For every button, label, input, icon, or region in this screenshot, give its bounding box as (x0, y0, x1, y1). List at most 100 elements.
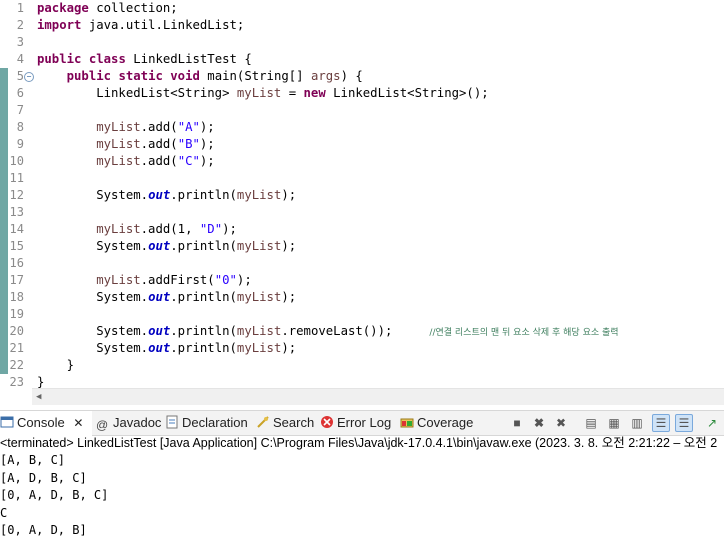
tab-label: Coverage (417, 415, 474, 430)
line-number: 15 (9, 239, 24, 253)
code-text: myList.add("A"); (96, 120, 215, 134)
code-line[interactable]: 2 import java.util.LinkedList; (0, 17, 724, 34)
scroll-left-icon[interactable]: ◀ (36, 392, 41, 402)
code-line[interactable]: 16 (0, 255, 724, 272)
horizontal-scrollbar[interactable]: ◀ (32, 388, 724, 405)
console-icon (0, 413, 14, 428)
tab-coverage[interactable]: Coverage (400, 411, 473, 435)
code-line[interactable]: 10 myList.add("C"); (0, 153, 724, 170)
line-number: 16 (9, 256, 24, 270)
show-on-stdout-icon[interactable]: ☰ (652, 414, 670, 432)
tab-label: Console (17, 415, 65, 430)
error-log-icon (320, 413, 334, 428)
console-status-line: <terminated> LinkedListTest [Java Applic… (0, 436, 718, 450)
code-line[interactable]: 1 package collection; (0, 0, 724, 17)
line-number: 5 (16, 69, 24, 83)
line-number: 1 (16, 1, 24, 15)
code-line[interactable]: 9 myList.add("B"); (0, 136, 724, 153)
line-number: 3 (16, 35, 24, 49)
show-on-stderr-icon[interactable]: ☰ (675, 414, 693, 432)
code-line[interactable]: 20 System.out.println(myList.removeLast(… (0, 323, 724, 340)
line-number: 21 (9, 341, 24, 355)
console-output-line: [0, A, D, B, C] (0, 488, 109, 502)
code-line[interactable]: 21 System.out.println(myList); (0, 340, 724, 357)
console-output-line: C (0, 505, 8, 520)
code-line[interactable]: 8 myList.add("A"); (0, 119, 724, 136)
fold-icon[interactable]: − (24, 72, 34, 82)
console-output-line: [A, D, B, C] (0, 470, 87, 485)
line-number: 20 (9, 324, 24, 338)
code-line[interactable]: 4 public class LinkedListTest { (0, 51, 724, 68)
tab-javadoc[interactable]: @ Javadoc (96, 411, 161, 435)
line-number: 18 (9, 290, 24, 304)
code-text: public static void main(String[] args) { (66, 69, 363, 83)
code-text: System.out.println(myList); (37, 188, 297, 202)
search-icon (256, 413, 270, 428)
console-output-line: [0, A, D, B] (0, 523, 87, 537)
tab-console[interactable]: Console ✕ (0, 411, 92, 437)
code-text: System.out.println(myList); (37, 239, 297, 253)
code-line[interactable]: 18 System.out.println(myList); (0, 289, 724, 306)
code-text: } (37, 358, 75, 372)
line-number: 9 (16, 137, 24, 151)
bottom-panel-tabs: Console ✕ @ Javadoc Declaration Search Er… (0, 410, 724, 437)
tab-search[interactable]: Search (256, 411, 314, 435)
line-number: 13 (9, 205, 24, 219)
tab-label: Error Log (337, 415, 392, 430)
code-line[interactable]: 11 (0, 170, 724, 187)
line-number: 10 (9, 154, 24, 168)
code-editor[interactable]: 1 package collection; 2 import java.util.Li… (0, 0, 724, 388)
code-line[interactable]: 19 (0, 306, 724, 323)
tab-declaration[interactable]: Declaration (165, 411, 248, 435)
code-line[interactable]: 13 (0, 204, 724, 221)
line-number: 6 (16, 86, 24, 100)
code-line[interactable]: 14 myList.add(1, "D"); (0, 221, 724, 238)
code-line[interactable]: 7 (0, 102, 724, 119)
code-text: System.out.println(myList); (37, 341, 297, 355)
code-line[interactable]: 6 LinkedList<String> myList = new Linked… (0, 85, 724, 102)
code-line[interactable]: 15 System.out.println(myList); (0, 238, 724, 255)
code-text: } (37, 375, 45, 388)
code-text: package collection; (37, 1, 178, 15)
code-line[interactable]: 3 (0, 34, 724, 51)
line-number: 19 (9, 307, 24, 321)
tab-label: Javadoc (113, 415, 162, 430)
clear-console-icon[interactable]: ▤ (583, 415, 599, 431)
stop-icon[interactable]: ■ (509, 415, 525, 431)
line-number: 8 (16, 120, 24, 134)
line-number: 22 (9, 358, 24, 372)
coverage-icon (400, 413, 414, 428)
line-number: 17 (9, 273, 24, 287)
line-number: 7 (16, 103, 24, 117)
code-text: myList.add("C"); (96, 154, 215, 168)
close-icon[interactable]: ✕ (73, 416, 83, 430)
code-text: public class LinkedListTest { (37, 52, 252, 66)
code-line[interactable]: 12 System.out.println(myList); (0, 187, 724, 204)
code-text: myList.add("B"); (96, 137, 215, 151)
code-line[interactable]: 22 } (0, 357, 724, 374)
line-number: 11 (9, 171, 24, 185)
console-output-line: [A, B, C] (0, 453, 66, 467)
code-line[interactable]: 17 myList.addFirst("0"); (0, 272, 724, 289)
tab-label: Search (273, 415, 315, 430)
line-number: 2 (16, 18, 24, 32)
code-text: import java.util.LinkedList; (37, 18, 245, 32)
console-output[interactable]: [A, B, C] [A, D, B, C] [0, A, D, B, C] C [0,… (0, 452, 724, 539)
code-line[interactable]: 23} (0, 374, 724, 388)
code-text: System.out.println(myList); (37, 290, 297, 304)
code-text: myList.add(1, "D"); (96, 222, 237, 236)
line-number: 23 (9, 375, 24, 388)
pin-console-icon[interactable]: ↗ (704, 415, 720, 431)
remove-launch-icon[interactable]: ✖ (531, 415, 547, 431)
word-wrap-icon[interactable]: ▥ (629, 415, 645, 431)
remove-all-launches-icon[interactable]: ✖ (553, 415, 569, 431)
declaration-icon (165, 413, 179, 429)
code-text: LinkedList<String> myList = new LinkedLi… (37, 86, 489, 100)
scroll-lock-icon[interactable]: ▦ (606, 415, 622, 431)
tab-error-log[interactable]: Error Log (320, 411, 391, 435)
code-line[interactable]: 5− public static void main(String[] args… (0, 68, 724, 85)
code-text: myList.addFirst("0"); (96, 273, 252, 287)
at-sign-icon: @ (96, 418, 109, 432)
line-number: 4 (16, 52, 24, 66)
line-number: 14 (9, 222, 24, 236)
